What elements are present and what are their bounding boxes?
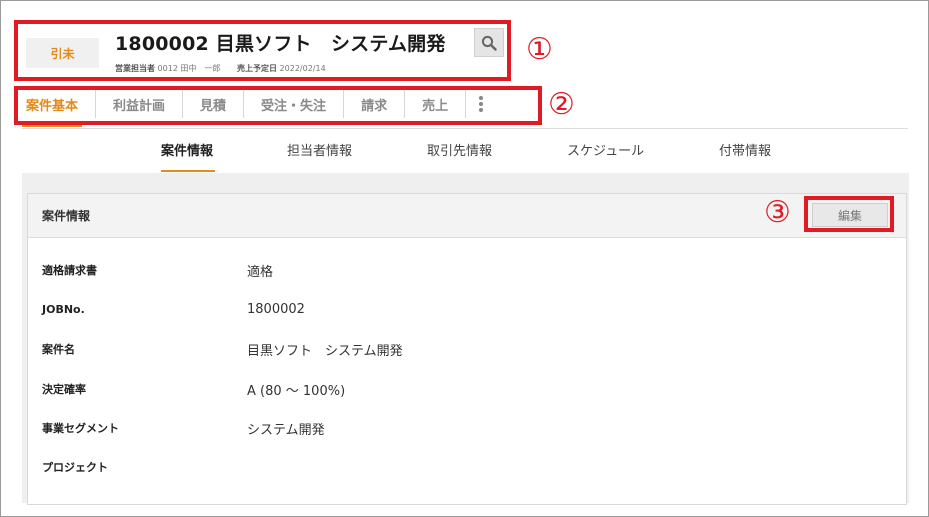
annotation-number-3: ③: [764, 195, 791, 230]
page-title: 1800002 目黒ソフト システム開発: [115, 33, 446, 55]
field-value: 目黒ソフト システム開発: [247, 343, 403, 359]
field-row: 事業セグメント システム開発: [42, 418, 325, 438]
tab-sales[interactable]: 売上: [405, 90, 467, 118]
field-label: 事業セグメント: [42, 422, 119, 435]
tab-estimate[interactable]: 見積: [183, 90, 245, 118]
search-icon: [481, 35, 497, 51]
subtab-case-info[interactable]: 案件情報: [161, 140, 213, 159]
tab-divider: [22, 128, 908, 129]
field-value: 適格: [247, 264, 274, 280]
field-row: 案件名 目黒ソフト システム開発: [42, 339, 403, 359]
tab-billing[interactable]: 請求: [344, 90, 406, 118]
annotation-number-2: ②: [548, 87, 575, 122]
field-label: 案件名: [42, 343, 75, 356]
sub-tabs: 案件情報 担当者情報 取引先情報 スケジュール 付帯情報: [0, 140, 929, 162]
sales-rep-label: 営業担当者: [115, 64, 155, 73]
subtab-schedule[interactable]: スケジュール: [567, 140, 644, 159]
sales-date-label: 売上予定日: [237, 64, 277, 73]
annotation-number-1: ①: [526, 32, 553, 67]
status-badge: 引未: [26, 38, 99, 68]
field-label: プロジェクト: [42, 461, 108, 474]
tab-order[interactable]: 受注・失注: [244, 90, 345, 118]
field-value: システム開発: [247, 422, 325, 438]
subtab-extra-info[interactable]: 付帯情報: [719, 140, 771, 159]
edit-button[interactable]: 編集: [812, 203, 888, 227]
field-label: 決定確率: [42, 383, 86, 396]
search-button[interactable]: [474, 28, 504, 57]
panel-title: 案件情報: [42, 209, 91, 223]
field-row: プロジェクト: [42, 457, 247, 477]
field-label: JOBNo.: [42, 302, 85, 316]
active-tab-indicator: [22, 124, 82, 127]
sales-date-value: 2022/02/14: [279, 64, 326, 73]
field-row: 決定確率 A (80 ～ 100%): [42, 379, 345, 399]
active-subtab-indicator: [161, 170, 215, 172]
field-row: 適格請求書 適格: [42, 260, 273, 280]
tab-case-basic[interactable]: 案件基本: [22, 90, 97, 118]
sales-rep-value: 0012 田中 一郎: [157, 64, 221, 73]
subtab-client-info[interactable]: 取引先情報: [427, 140, 492, 159]
case-info-panel: 案件情報 編集 適格請求書 適格 JOBNo. 1800002 案件名 目黒ソフ…: [27, 193, 907, 505]
more-button[interactable]: [466, 90, 496, 118]
subtab-staff-info[interactable]: 担当者情報: [287, 140, 352, 159]
meta-line: 営業担当者 0012 田中 一郎 売上予定日 2022/02/14: [115, 63, 330, 74]
main-tabs: 案件基本 利益計画 見積 受注・失注 請求 売上: [22, 90, 496, 118]
tab-profit-plan[interactable]: 利益計画: [96, 90, 184, 118]
field-value: 1800002: [247, 301, 305, 317]
more-vertical-icon: [479, 96, 484, 112]
field-label: 適格請求書: [42, 264, 97, 277]
field-value: A (80 ～ 100%): [247, 383, 346, 399]
field-row: JOBNo. 1800002: [42, 299, 305, 319]
